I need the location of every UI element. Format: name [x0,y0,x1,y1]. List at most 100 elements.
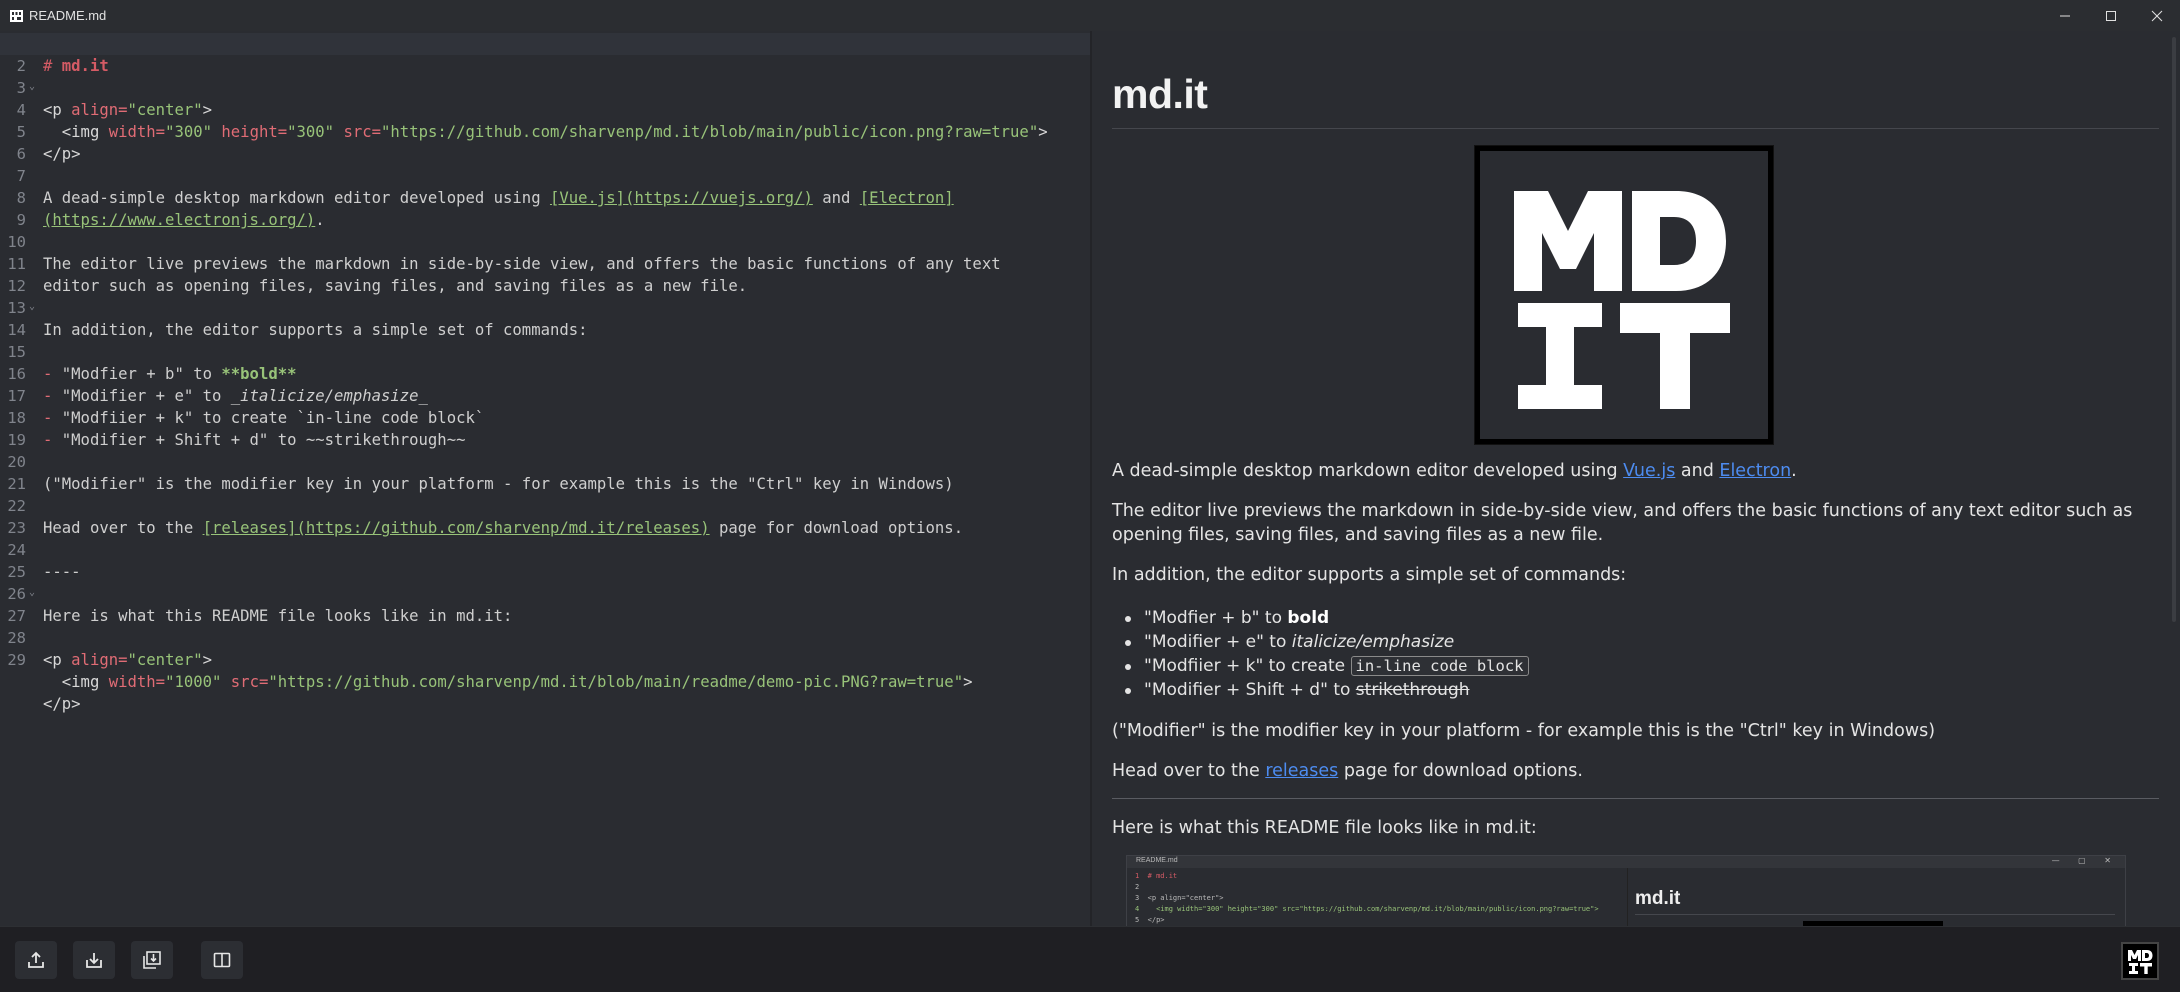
code-line[interactable]: </p> [0,671,1090,713]
save-file-button[interactable] [73,941,115,979]
code-text: ("Modifier" is the modifier key in your … [43,475,954,493]
code-line[interactable]: <p align="center"> [0,627,1090,669]
strikethrough-text: strikethrough [1355,680,1470,700]
list-item: "Modfier + b" to bold [1112,606,2159,630]
code-text: page for download options. [709,519,964,537]
list-item: "Modifier + e" to italicize/emphasize [1112,630,2159,654]
demo-title-bar: README.md — ▢ ✕ [1127,856,2125,868]
demo-code-line: 2 [1135,883,1140,891]
close-button[interactable] [2134,0,2180,31]
toggle-view-button[interactable] [201,941,243,979]
code-line[interactable]: - "Modifier + e" to _italicize/emphasize… [0,363,1090,405]
save-as-icon [143,951,161,969]
demo-rule [1635,914,2115,915]
demo-code-line: 5 </p> [1135,916,1165,924]
code-line[interactable]: The editor live previews the markdown in… [0,231,1090,273]
demo-heading: md.it [1635,888,1681,909]
code-line-wrap[interactable]: (https://www.electronjs.org/). [0,187,1090,229]
vuejs-link[interactable]: Vue.js [1623,461,1675,481]
download-icon [86,953,102,968]
list-item-text: "Modfier + b" to [1144,608,1288,628]
list-marker: - [43,431,62,449]
code-line[interactable]: - "Modfier + b" to **bold** [0,341,1090,383]
preview-scrollbar[interactable] [2172,37,2176,622]
preview-heading: md.it [1112,71,1208,117]
code-text: Head over to the [43,519,203,537]
demo-window-title: README.md [1136,857,1178,864]
line-number-row: 6 [0,143,1090,165]
demo-divider [1627,868,1628,926]
code-text: ---- [43,563,81,581]
paragraph-text: and [1675,461,1720,481]
demo-code-line: 4 <img width="300" height="300" src="htt… [1135,905,1599,913]
markdown-editor[interactable]: 123⌄45678910111213⌄141516171819202122232… [0,31,1090,926]
demo-screenshot-image: README.md — ▢ ✕ 1 # md.it 2 3 <p align="… [1126,855,2126,926]
code-line[interactable]: In addition, the editor supports a simpl… [0,297,1090,339]
list-item-text: "Modifier + e" to [1144,632,1292,652]
italic-text: italicize/emphasize [1291,632,1455,652]
open-file-button[interactable] [15,941,57,979]
commands-list: "Modfier + b" to bold "Modifier + e" to … [1112,606,2159,702]
paragraph-text: Head over to the [1112,761,1266,781]
line-number-row: 25 [0,561,1090,583]
commands-intro-paragraph: In addition, the editor supports a simpl… [1112,565,1627,585]
minimize-icon [2060,15,2070,16]
paragraph-text: A dead-simple desktop markdown editor de… [1112,461,1624,481]
inline-code: in-line code block [1350,656,1529,676]
window-controls [2042,0,2180,31]
md-it-logo-icon [2128,950,2153,974]
code-line[interactable]: - "Modifier + Shift + d" to ~~strikethro… [0,407,1090,449]
paragraph-text: . [1791,461,1797,481]
save-as-button[interactable] [131,941,173,979]
paragraph-text: page for download options. [1338,761,1583,781]
split-view-icon [213,952,231,968]
code-line[interactable]: Head over to the [releases](https://gith… [0,495,1090,537]
demo-window-controls: — ▢ ✕ [2051,856,2119,865]
description-paragraph: The editor live previews the markdown in… [1112,501,2133,545]
code-link-url: (https://github.com/sharvenp/md.it/relea… [296,519,710,537]
heading-marker: # [43,57,62,75]
electron-link[interactable]: Electron [1719,461,1791,481]
releases-link[interactable]: releases [1265,761,1338,781]
list-item-text: "Modfiier + k" to create [1144,656,1351,676]
code-line[interactable]: # md.it [0,33,1090,75]
code-text: In addition, the editor supports a simpl… [43,321,588,339]
code-line[interactable]: ("Modifier" is the modifier key in your … [0,451,1090,493]
bold-text: bold [1287,608,1330,628]
code-link-url: (https://www.electronjs.org/) [43,211,316,229]
code-line[interactable]: <p align="center"> [0,77,1090,119]
code-text: Here is what this README file looks like… [43,607,513,625]
app-icon [9,9,23,22]
maximize-button[interactable] [2088,0,2134,31]
minimize-button[interactable] [2042,0,2088,31]
app-logo [2121,942,2159,980]
releases-paragraph: Head over to the releases page for downl… [1112,759,2159,783]
code-text: "Modifier + Shift + d" to ~~strikethroug… [61,431,466,449]
maximize-icon [2106,10,2116,21]
markdown-preview: md.it A dead-simple desktop markdown edi… [1092,31,2180,926]
demo-intro-paragraph: Here is what this README file looks like… [1112,818,1537,838]
code-line[interactable]: ---- [0,539,1090,581]
modifier-note-paragraph: ("Modifier" is the modifier key in your … [1112,721,1936,741]
upload-icon [28,951,44,968]
code-text: </p> [43,145,81,163]
code-line-wrap[interactable]: editor such as opening files, saving fil… [0,253,1090,295]
md-it-logo-image [1474,145,1774,445]
window-title: README.md [29,8,107,23]
demo-code-line: 3 <p align="center"> [1135,894,1224,902]
code-line[interactable]: A dead-simple desktop markdown editor de… [0,165,1090,207]
code-line[interactable]: <img width="1000" src="https://github.co… [0,649,1090,691]
code-line[interactable]: - "Modfiier + k" to create `in-line code… [0,385,1090,427]
code-line[interactable]: </p> [0,121,1090,163]
logo-icon [1514,191,1730,409]
intro-paragraph: A dead-simple desktop markdown editor de… [1112,459,2159,483]
code-line[interactable]: <img width="300" height="300" src="https… [0,99,1090,141]
code-text: md.it [61,57,109,75]
list-item-text: "Modifier + Shift + d" to [1144,680,1356,700]
list-item: "Modifier + Shift + d" to strikethrough [1112,678,2159,702]
code-link-text: [releases] [202,519,297,537]
code-line[interactable]: Here is what this README file looks like… [0,583,1090,625]
list-item: "Modfiier + k" to create in-line code bl… [1112,654,2159,678]
demo-code-line: 1 # md.it [1135,872,1178,880]
code-text: . [315,211,325,229]
